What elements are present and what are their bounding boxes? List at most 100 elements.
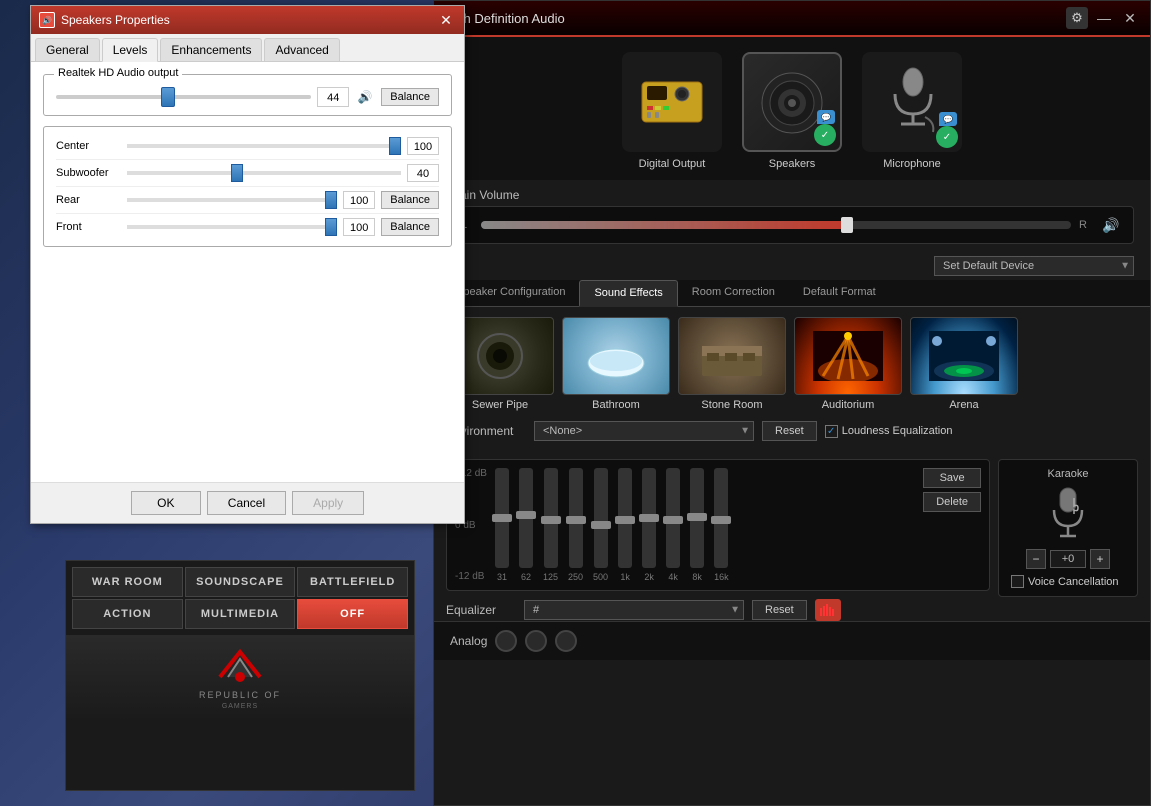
karaoke-minus-button[interactable]: −	[1026, 549, 1046, 569]
rog-panel: WAR ROOM SOUNDSCAPE BATTLEFIELD ACTION M…	[65, 560, 415, 791]
eq-freq-16k: 16k	[714, 572, 729, 582]
device-microphone[interactable]: 💬 ✓ Microphone	[862, 52, 962, 170]
rog-war-room-button[interactable]: WAR ROOM	[72, 567, 183, 597]
rog-soundscape-button[interactable]: SOUNDSCAPE	[185, 567, 296, 597]
cancel-button[interactable]: Cancel	[207, 491, 286, 515]
karaoke-mic-icon	[1046, 486, 1091, 541]
apply-button[interactable]: Apply	[292, 491, 364, 515]
eq-thumb-1k[interactable]	[615, 516, 635, 524]
tab-sound-effects[interactable]: Sound Effects	[579, 280, 677, 307]
voice-cancellation-row: Voice Cancellation	[1011, 575, 1125, 588]
eq-thumb-500[interactable]	[591, 521, 611, 529]
channel-front-thumb[interactable]	[325, 218, 337, 236]
eq-main: +12 dB 0 dB -12 dB 31	[446, 459, 990, 621]
eq-thumb-8k[interactable]	[687, 513, 707, 521]
eq-thumb-31[interactable]	[492, 514, 512, 522]
eq-thumb-125[interactable]	[541, 516, 561, 524]
env-arena[interactable]: Arena	[910, 317, 1018, 411]
eq-thumb-2k[interactable]	[639, 514, 659, 522]
analog-circle-3[interactable]	[555, 630, 577, 652]
device-speakers[interactable]: 💬 ✓ Speakers	[742, 52, 842, 170]
rog-multimedia-button[interactable]: MULTIMEDIA	[185, 599, 296, 629]
realtek-group: Realtek HD Audio output 44 🔊 Balance	[43, 74, 452, 116]
channel-center-slider[interactable]	[127, 144, 401, 148]
eq-preset-select[interactable]: #	[524, 600, 744, 620]
env-stone-image	[678, 317, 786, 395]
eq-thumb-4k[interactable]	[663, 516, 683, 524]
channel-center-thumb[interactable]	[389, 137, 401, 155]
default-device-select[interactable]: Set Default Device	[934, 256, 1134, 276]
speakers-window-icon: 🔊	[39, 12, 55, 28]
ok-button[interactable]: OK	[131, 491, 201, 515]
channel-subwoofer-slider[interactable]	[127, 171, 401, 175]
speakers-close-button[interactable]: ✕	[436, 10, 456, 30]
analog-circle-2[interactable]	[525, 630, 547, 652]
eq-slider-500[interactable]	[594, 468, 608, 568]
rog-action-button[interactable]: ACTION	[72, 599, 183, 629]
tab-advanced[interactable]: Advanced	[264, 38, 339, 61]
realtek-mute-icon[interactable]: 🔊	[355, 87, 375, 107]
tab-general[interactable]: General	[35, 38, 100, 61]
sewer-svg	[470, 331, 530, 381]
eq-thumb-16k[interactable]	[711, 516, 731, 524]
environment-select[interactable]: <None>	[534, 421, 754, 441]
channel-subwoofer-thumb[interactable]	[231, 164, 243, 182]
eq-slider-250[interactable]	[569, 468, 583, 568]
eq-slider-2k[interactable]	[642, 468, 656, 568]
channel-front-balance-button[interactable]: Balance	[381, 218, 439, 236]
eq-thumb-62[interactable]	[516, 511, 536, 519]
env-bathroom[interactable]: Bathroom	[562, 317, 670, 411]
eq-reset-button[interactable]: Reset	[752, 600, 807, 620]
channel-rear-thumb[interactable]	[325, 191, 337, 209]
tab-room-correction[interactable]: Room Correction	[678, 280, 789, 307]
environment-row: Environment <None> ▼ Reset Loudness Equa…	[446, 421, 1138, 441]
eq-save-button[interactable]: Save	[923, 468, 981, 488]
voice-cancel-checkbox[interactable]	[1011, 575, 1024, 588]
realtek-group-label: Realtek HD Audio output	[54, 67, 182, 79]
rog-battlefield-button[interactable]: BATTLEFIELD	[297, 567, 408, 597]
eq-slider-4k[interactable]	[666, 468, 680, 568]
channel-rear-balance-button[interactable]: Balance	[381, 191, 439, 209]
realtek-balance-button[interactable]: Balance	[381, 88, 439, 106]
environment-reset-button[interactable]: Reset	[762, 421, 817, 441]
channel-front-slider[interactable]	[127, 225, 337, 229]
env-thumbnails: Sewer Pipe Bathroom	[446, 317, 1138, 411]
eq-slider-62[interactable]	[519, 468, 533, 568]
eq-slider-16k[interactable]	[714, 468, 728, 568]
volume-track[interactable]	[481, 221, 1071, 229]
eq-band-31: 31	[495, 468, 509, 582]
karaoke-volume-value: +0	[1050, 550, 1086, 568]
hda-settings-button[interactable]: ⚙	[1066, 7, 1088, 29]
tab-default-format[interactable]: Default Format	[789, 280, 890, 307]
volume-thumb[interactable]	[841, 217, 853, 233]
volume-mute-button[interactable]: 🔊	[1099, 213, 1123, 237]
rog-off-button[interactable]: OFF	[297, 599, 408, 629]
channel-rear-slider[interactable]	[127, 198, 337, 202]
env-bathroom-label: Bathroom	[592, 399, 640, 411]
channel-subwoofer-value: 40	[407, 164, 439, 182]
tab-enhancements[interactable]: Enhancements	[160, 38, 262, 61]
analog-circle-1[interactable]	[495, 630, 517, 652]
karaoke-plus-button[interactable]: +	[1090, 549, 1110, 569]
eq-slider-1k[interactable]	[618, 468, 632, 568]
eq-band-4k: 4k	[666, 468, 680, 582]
loudness-checkbox[interactable]	[825, 425, 838, 438]
eq-slider-125[interactable]	[544, 468, 558, 568]
rog-logo: REPUBLIC OF GAMERS	[199, 647, 281, 710]
device-digital-output[interactable]: Digital Output	[622, 52, 722, 170]
env-stone-room[interactable]: Stone Room	[678, 317, 786, 411]
channel-center-value: 100	[407, 137, 439, 155]
tab-levels[interactable]: Levels	[102, 38, 159, 62]
eq-delete-button[interactable]: Delete	[923, 492, 981, 512]
realtek-slider-thumb[interactable]	[161, 87, 175, 107]
eq-thumb-250[interactable]	[566, 516, 586, 524]
hda-close-button[interactable]: ✕	[1120, 8, 1140, 28]
realtek-slider-track[interactable]	[56, 95, 311, 99]
eq-slider-8k[interactable]	[690, 468, 704, 568]
eq-freq-250: 250	[568, 572, 583, 582]
env-auditorium[interactable]: Auditorium	[794, 317, 902, 411]
eq-freq-62: 62	[521, 572, 531, 582]
hda-minimize-button[interactable]: —	[1094, 8, 1114, 28]
eq-visualizer-button[interactable]	[815, 599, 841, 621]
eq-slider-31[interactable]	[495, 468, 509, 568]
